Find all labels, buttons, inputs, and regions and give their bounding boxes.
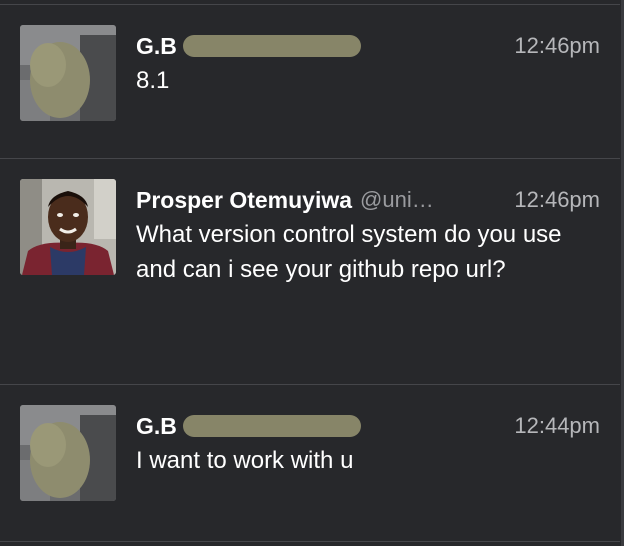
tweet-item[interactable]: G.B 12:44pm I want to work with u [0,385,620,541]
tweet-item[interactable]: G.B 12:46pm 8.1 [0,5,620,158]
author-line: G.B [136,409,361,443]
redacted-handle [182,35,361,57]
tweet-text: 8.1 [136,67,170,94]
author-line: Prosper Otemuyiwa @uni… [136,183,434,217]
author-line: G.B [136,29,361,63]
avatar[interactable] [20,25,116,121]
tweet-timestamp[interactable]: 12:46pm [514,29,600,63]
redacted-handle [182,415,361,437]
tweet-timestamp[interactable]: 12:44pm [514,409,600,443]
avatar[interactable] [20,405,116,501]
tweet-item[interactable]: Prosper Otemuyiwa @uni… 12:46pm What ver… [0,159,620,384]
tweet-timestamp[interactable]: 12:46pm [514,183,600,217]
author-handle[interactable]: @uni… [360,187,434,213]
profile-photo-image [20,179,116,275]
author-name[interactable]: Prosper Otemuyiwa [136,187,352,214]
tweet-text: What version control system do you use a… [136,221,562,283]
blurred-avatar-image [20,25,116,121]
tweet-timeline: G.B 12:46pm 8.1 Prosper Otemuyiwa @uni… … [0,0,624,546]
author-name[interactable]: G.B [136,33,177,60]
avatar[interactable] [20,179,116,275]
author-name[interactable]: G.B [136,413,177,440]
blurred-avatar-image [20,405,116,501]
tweet-text: I want to work with u [136,447,354,474]
divider [0,541,620,542]
